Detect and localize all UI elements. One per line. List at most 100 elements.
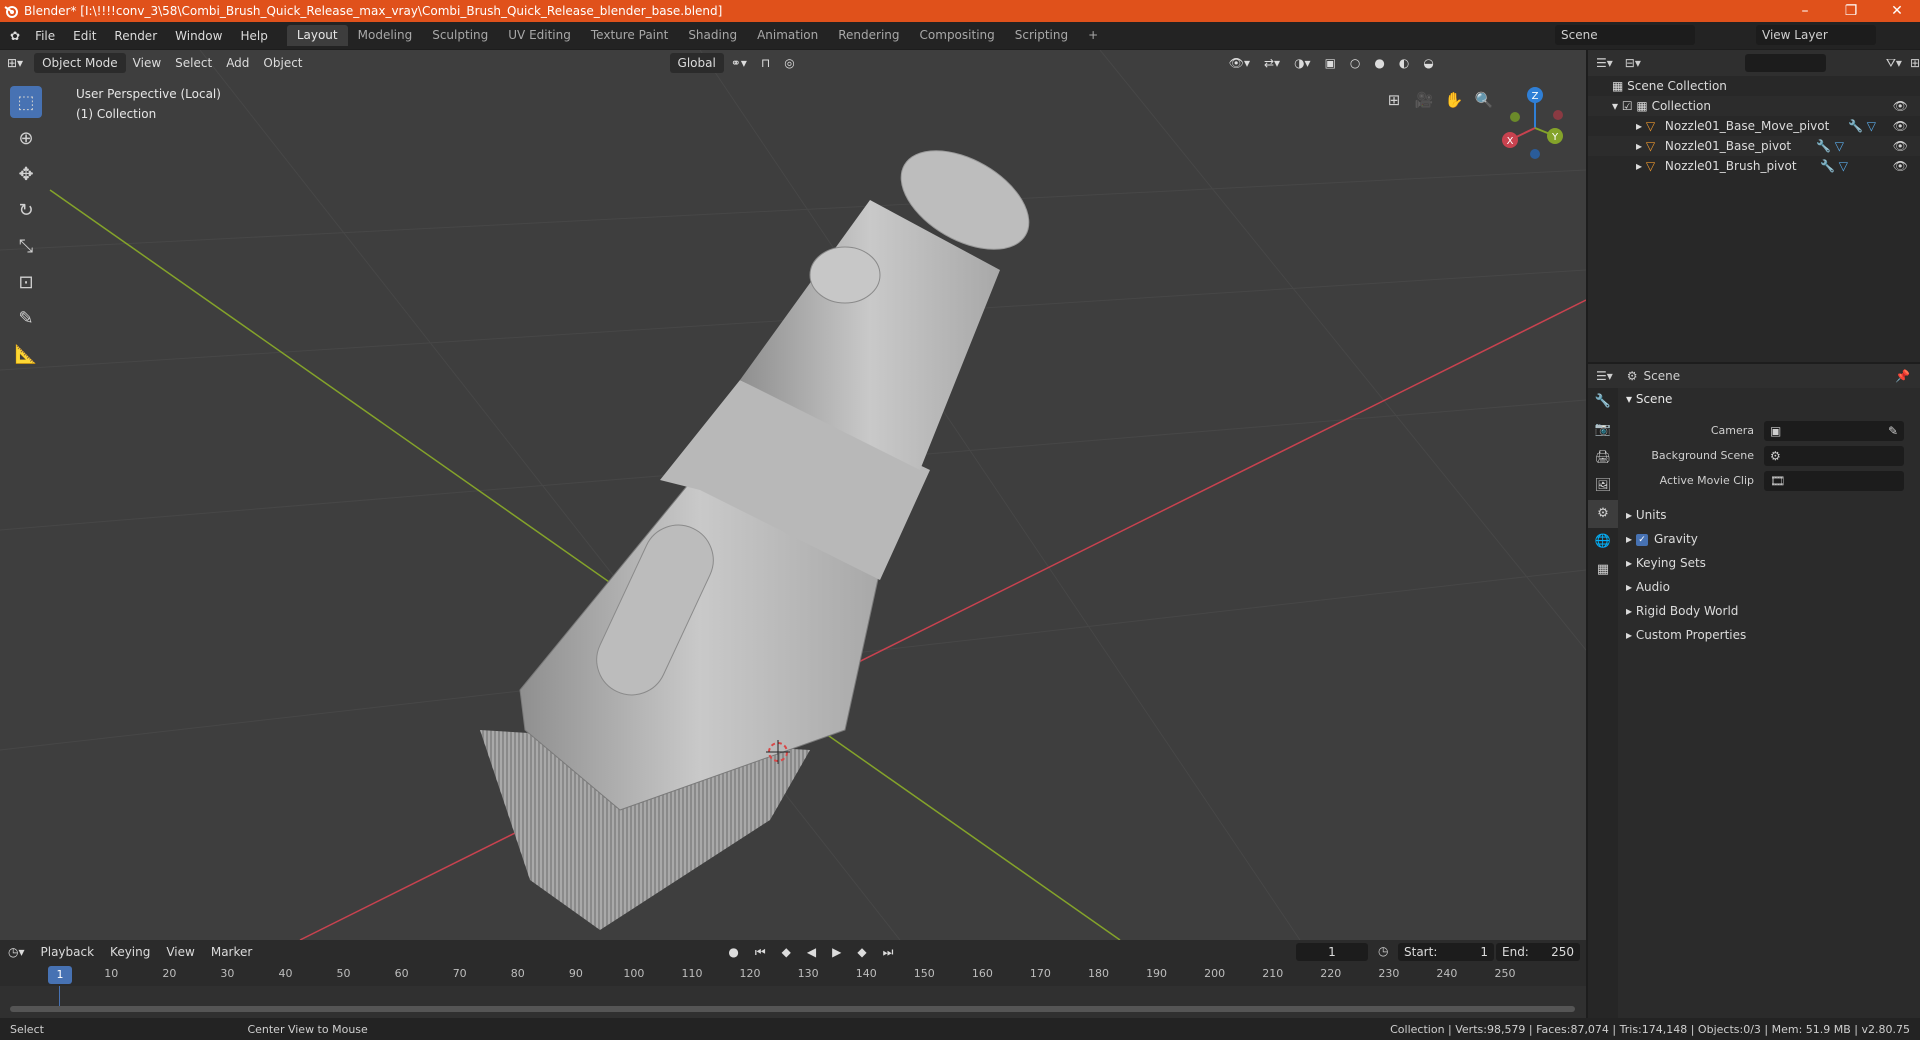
annotate-tool-icon[interactable]: ✎ bbox=[10, 302, 42, 334]
pan-view-icon[interactable]: ✋ bbox=[1440, 86, 1468, 114]
shading-material-icon[interactable]: ◐ bbox=[1392, 53, 1416, 73]
tab-texture-paint[interactable]: Texture Paint bbox=[581, 25, 678, 46]
prev-keyframe-icon[interactable]: ◆ bbox=[774, 945, 799, 959]
tab-animation[interactable]: Animation bbox=[747, 25, 828, 46]
timeline-menu-view[interactable]: View bbox=[158, 945, 202, 959]
next-keyframe-icon[interactable]: ◆ bbox=[849, 945, 874, 959]
shading-rendered-icon[interactable]: ◒ bbox=[1416, 53, 1440, 73]
end-frame-field[interactable]: End: 250 bbox=[1496, 943, 1580, 961]
active-clip-field[interactable]: 🎞 bbox=[1764, 470, 1904, 491]
pivot-icon[interactable]: ⚭▾ bbox=[724, 53, 754, 73]
shading-wireframe-icon[interactable]: ○ bbox=[1343, 53, 1367, 73]
render-tab-icon[interactable]: 📷 bbox=[1588, 416, 1618, 444]
view-layer-tab-icon[interactable]: 🖼 bbox=[1588, 472, 1618, 500]
audio-subpanel[interactable]: ▸ Audio bbox=[1620, 575, 1920, 599]
jump-end-icon[interactable]: ⏭ bbox=[875, 945, 902, 960]
combi-brush-model[interactable] bbox=[480, 130, 1046, 930]
tab-compositing[interactable]: Compositing bbox=[910, 25, 1005, 46]
expand-object-icon[interactable]: ▸ bbox=[1636, 139, 1646, 153]
viewport-scene[interactable]: Z X Y bbox=[0, 50, 1586, 940]
scene-collection-row[interactable]: ▦ Scene Collection bbox=[1588, 76, 1920, 96]
mode-dropdown[interactable]: Object Mode bbox=[34, 53, 126, 73]
cursor-tool-icon[interactable]: ⊕ bbox=[10, 122, 42, 154]
tool-tab-icon[interactable]: 🔧 bbox=[1588, 388, 1618, 416]
viewport-menu-select[interactable]: Select bbox=[168, 53, 219, 73]
object-visibility-icon[interactable]: 👁 bbox=[1893, 156, 1908, 176]
gravity-checkbox[interactable]: ✓ bbox=[1636, 533, 1649, 546]
viewport-menu-view[interactable]: View bbox=[126, 53, 168, 73]
background-scene-field[interactable]: ⚙ bbox=[1764, 445, 1904, 466]
collapse-scene-icon[interactable]: ▾ bbox=[1626, 392, 1636, 406]
menu-render[interactable]: Render bbox=[105, 29, 166, 43]
view-layer-selector[interactable]: View Layer bbox=[1756, 25, 1876, 45]
camera-view-icon[interactable]: 🎥 bbox=[1410, 86, 1438, 114]
tab-uv-editing[interactable]: UV Editing bbox=[498, 25, 581, 46]
output-tab-icon[interactable]: 🖨 bbox=[1588, 444, 1618, 472]
camera-field[interactable]: ▣ ✎ bbox=[1764, 420, 1904, 441]
timeline-menu-keying[interactable]: Keying bbox=[102, 945, 158, 959]
timeline-editor-type-icon[interactable]: ◷▾ bbox=[0, 945, 33, 959]
snap-icon[interactable]: ⊓ bbox=[754, 53, 777, 73]
menu-help[interactable]: Help bbox=[231, 29, 276, 43]
navigation-gizmo[interactable]: Z X Y bbox=[1502, 87, 1563, 159]
expand-object-icon[interactable]: ▸ bbox=[1636, 119, 1646, 133]
menu-file[interactable]: File bbox=[26, 29, 64, 43]
texture-tab-icon[interactable]: ▦ bbox=[1588, 556, 1618, 584]
rigid-body-world-subpanel[interactable]: ▸ Rigid Body World bbox=[1620, 599, 1920, 623]
collection-row[interactable]: ▾ ☑ ▦ Collection 👁 bbox=[1588, 96, 1920, 116]
menu-edit[interactable]: Edit bbox=[64, 29, 105, 43]
keying-sets-subpanel[interactable]: ▸ Keying Sets bbox=[1620, 551, 1920, 575]
measure-tool-icon[interactable]: 📐 bbox=[10, 338, 42, 370]
menu-window[interactable]: Window bbox=[166, 29, 231, 43]
shading-solid-icon[interactable]: ● bbox=[1367, 53, 1391, 73]
minimize-button[interactable]: – bbox=[1782, 0, 1828, 22]
add-workspace-button[interactable]: + bbox=[1078, 25, 1108, 46]
units-subpanel[interactable]: ▸ Units bbox=[1620, 503, 1920, 527]
current-frame-field[interactable]: 1 bbox=[1296, 943, 1368, 961]
3d-viewport[interactable]: Z X Y ⊞▾ Object Mode View Select Add Obj… bbox=[0, 50, 1586, 940]
blender-menu-icon[interactable]: ✿ bbox=[0, 29, 26, 43]
play-reverse-icon[interactable]: ◀ bbox=[799, 945, 824, 959]
scale-tool-icon[interactable]: ⤡ bbox=[10, 230, 42, 262]
new-collection-icon[interactable]: ⊞ bbox=[1910, 56, 1920, 70]
custom-properties-subpanel[interactable]: ▸ Custom Properties bbox=[1620, 623, 1920, 647]
start-frame-field[interactable]: Start: 1 bbox=[1398, 943, 1494, 961]
outliner-object-row[interactable]: ▸ ▽ Nozzle01_Brush_pivot 🔧 ▽ 👁 bbox=[1588, 156, 1920, 176]
rotate-tool-icon[interactable]: ↻ bbox=[10, 194, 42, 226]
timeline-menu-marker[interactable]: Marker bbox=[203, 945, 260, 959]
move-tool-icon[interactable]: ✥ bbox=[10, 158, 42, 190]
timeline-ruler[interactable]: 1 10 20 30 40 50 60 70 80 90 100 110 120 130 140 150 16… bbox=[0, 964, 1586, 986]
collection-checkbox-icon[interactable]: ☑ bbox=[1622, 99, 1637, 113]
tab-shading[interactable]: Shading bbox=[678, 25, 747, 46]
zoom-view-icon[interactable]: 🔍 bbox=[1470, 86, 1498, 114]
gizmo-toggle-icon[interactable]: ⇄▾ bbox=[1257, 53, 1287, 73]
tab-layout[interactable]: Layout bbox=[286, 25, 348, 46]
expand-collection-icon[interactable]: ▾ bbox=[1612, 99, 1622, 113]
transform-orientation-dropdown[interactable]: Global bbox=[669, 53, 724, 73]
scene-panel-header[interactable]: ▾ Scene bbox=[1620, 388, 1920, 410]
tab-rendering[interactable]: Rendering bbox=[828, 25, 909, 46]
outliner-editor-type-icon[interactable]: ☰▾ bbox=[1588, 56, 1621, 70]
transform-tool-icon[interactable]: ⊡ bbox=[10, 266, 42, 298]
select-box-tool-icon[interactable]: ⬚ bbox=[10, 86, 42, 118]
stopwatch-icon[interactable]: ◷ bbox=[1378, 944, 1388, 958]
playhead-marker[interactable]: 1 bbox=[48, 966, 72, 984]
gravity-subpanel[interactable]: ▸ ✓ Gravity bbox=[1620, 527, 1920, 551]
collection-visibility-icon[interactable]: 👁 bbox=[1893, 96, 1908, 116]
eyedropper-icon[interactable]: ✎ bbox=[1888, 421, 1898, 441]
tab-sculpting[interactable]: Sculpting bbox=[422, 25, 498, 46]
jump-start-icon[interactable]: ⏮ bbox=[747, 945, 774, 960]
expand-object-icon[interactable]: ▸ bbox=[1636, 159, 1646, 173]
outliner-object-row[interactable]: ▸ ▽ Nozzle01_Base_Move_pivot 🔧 ▽ 👁 bbox=[1588, 116, 1920, 136]
outliner-filter-icon[interactable]: ⛛▾ bbox=[1886, 56, 1902, 71]
maximize-button[interactable]: ❐ bbox=[1828, 0, 1874, 22]
timeline-track[interactable] bbox=[0, 986, 1586, 1018]
object-visibility-icon[interactable]: 👁 bbox=[1893, 136, 1908, 156]
grid-view-icon[interactable]: ⊞ bbox=[1380, 86, 1408, 114]
tab-scripting[interactable]: Scripting bbox=[1005, 25, 1078, 46]
scene-selector[interactable]: Scene bbox=[1555, 25, 1695, 45]
pin-icon[interactable]: 📌 bbox=[1895, 369, 1910, 383]
overlay-toggle-icon[interactable]: ◑▾ bbox=[1287, 53, 1318, 73]
scene-tab-icon[interactable]: ⚙ bbox=[1588, 500, 1618, 528]
xray-icon[interactable]: ▣ bbox=[1318, 53, 1343, 73]
